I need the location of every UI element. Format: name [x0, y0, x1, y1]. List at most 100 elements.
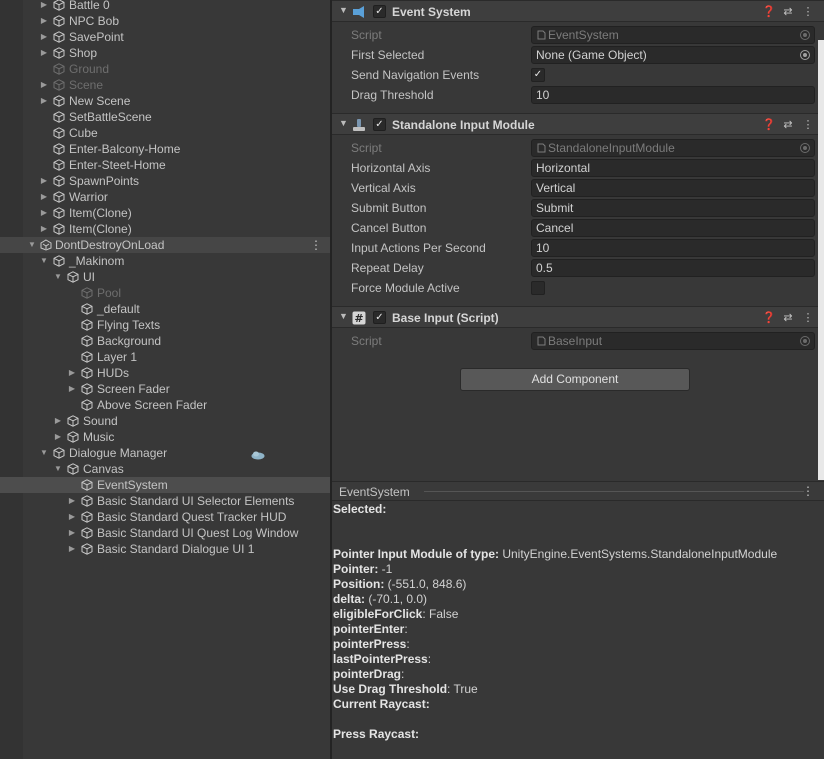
help-icon[interactable]: ❓ — [762, 5, 776, 18]
expand-arrow-down-icon[interactable]: ▼ — [39, 253, 49, 269]
property-field[interactable]: Cancel — [531, 219, 815, 237]
expand-arrow-right-icon[interactable]: ▶ — [39, 93, 49, 109]
expand-arrow-right-icon[interactable]: ▶ — [39, 0, 49, 13]
component-enabled-checkbox[interactable]: ✓ — [373, 5, 386, 18]
expand-arrow-right-icon[interactable]: ▶ — [39, 189, 49, 205]
kebab-menu-icon[interactable]: ⋮ — [802, 484, 814, 498]
hierarchy-row[interactable]: ▶ NPC Bob — [0, 13, 330, 29]
hierarchy-row[interactable]: ▼ Canvas — [0, 461, 330, 477]
property-row: Cancel Button Cancel — [332, 218, 824, 238]
hierarchy-row[interactable]: Background — [0, 333, 330, 349]
help-icon[interactable]: ❓ — [762, 118, 776, 131]
expand-arrow-right-icon[interactable]: ▶ — [39, 13, 49, 29]
property-toggle[interactable]: ✓ — [531, 68, 545, 82]
preset-icon[interactable]: ⇄ — [782, 118, 794, 131]
hierarchy-row[interactable]: ▶ Item(Clone) — [0, 221, 330, 237]
object-picker-icon[interactable] — [800, 336, 810, 346]
property-field[interactable]: 10 — [531, 239, 815, 257]
fold-arrow-down-icon[interactable]: ▼ — [339, 311, 348, 321]
help-icon[interactable]: ❓ — [762, 311, 776, 324]
hierarchy-row[interactable]: Above Screen Fader — [0, 397, 330, 413]
hierarchy-row[interactable]: ▼ UI — [0, 269, 330, 285]
hierarchy-row[interactable]: ▶ Screen Fader — [0, 381, 330, 397]
expand-arrow-right-icon[interactable]: ▶ — [53, 429, 63, 445]
hierarchy-row[interactable]: Enter-Steet-Home — [0, 157, 330, 173]
hierarchy-row[interactable]: EventSystem — [0, 477, 330, 493]
hierarchy-row[interactable]: ▶ Basic Standard Dialogue UI 1 — [0, 541, 330, 557]
hierarchy-row[interactable]: ▶ Battle 0 — [0, 0, 330, 13]
property-field[interactable]: Submit — [531, 199, 815, 217]
component-enabled-checkbox[interactable]: ✓ — [373, 118, 386, 131]
expand-arrow-right-icon[interactable]: ▶ — [39, 45, 49, 61]
property-field[interactable]: Vertical — [531, 179, 815, 197]
kebab-menu-icon[interactable]: ⋮ — [802, 118, 814, 131]
hierarchy-row[interactable]: ▶ SpawnPoints — [0, 173, 330, 189]
hierarchy-row[interactable]: _default — [0, 301, 330, 317]
kebab-menu-icon[interactable]: ⋮ — [310, 237, 322, 253]
hierarchy-row[interactable]: ▶ New Scene — [0, 93, 330, 109]
expand-arrow-right-icon[interactable]: ▶ — [67, 509, 77, 525]
preset-icon[interactable]: ⇄ — [782, 5, 794, 18]
expand-arrow-right-icon[interactable]: ▶ — [67, 365, 77, 381]
expand-arrow-down-icon[interactable]: ▼ — [53, 461, 63, 477]
hierarchy-row[interactable]: Flying Texts — [0, 317, 330, 333]
object-picker-icon[interactable] — [800, 143, 810, 153]
hierarchy-row[interactable]: Layer 1 — [0, 349, 330, 365]
expand-arrow-down-icon[interactable]: ▼ — [39, 445, 49, 461]
property-field[interactable]: Horizontal — [531, 159, 815, 177]
object-picker-icon[interactable] — [800, 50, 810, 60]
hierarchy-row[interactable]: SetBattleScene — [0, 109, 330, 125]
expand-arrow-right-icon[interactable]: ▶ — [39, 173, 49, 189]
object-picker-icon[interactable] — [800, 30, 810, 40]
hierarchy-row[interactable]: ▶ HUDs — [0, 365, 330, 381]
component-header[interactable]: ▼ ✓ Standalone Input Module ❓ ⇄ ⋮ — [332, 113, 824, 135]
hierarchy-row[interactable]: ▶ Item(Clone) — [0, 205, 330, 221]
preset-icon[interactable]: ⇄ — [782, 311, 794, 324]
property-field: BaseInput — [531, 332, 815, 350]
preview-value: : — [404, 622, 408, 636]
hierarchy-row[interactable]: ▶ Sound — [0, 413, 330, 429]
scene-row[interactable]: ▼ DontDestroyOnLoad ⋮ — [0, 237, 330, 253]
component-enabled-checkbox[interactable]: ✓ — [373, 311, 386, 324]
hierarchy-row[interactable]: ▶ Scene — [0, 77, 330, 93]
component-header[interactable]: ▼ # ✓ Base Input (Script) ❓ ⇄ ⋮ — [332, 306, 824, 328]
expand-arrow-right-icon[interactable]: ▶ — [39, 29, 49, 45]
hierarchy-row-label: SavePoint — [69, 30, 124, 44]
gameobject-cube-icon — [53, 15, 65, 27]
property-field[interactable]: 0.5 — [531, 259, 815, 277]
property-value: 0.5 — [536, 261, 553, 275]
expand-arrow-right-icon[interactable]: ▶ — [39, 221, 49, 237]
component-header[interactable]: ▼ ✓ Event System ❓ ⇄ ⋮ — [332, 0, 824, 22]
kebab-menu-icon[interactable]: ⋮ — [802, 311, 814, 324]
expand-arrow-right-icon[interactable]: ▶ — [67, 493, 77, 509]
expand-arrow-right-icon[interactable]: ▶ — [53, 413, 63, 429]
hierarchy-row[interactable]: ▶ Shop — [0, 45, 330, 61]
hierarchy-row[interactable]: Pool — [0, 285, 330, 301]
fold-arrow-down-icon[interactable]: ▼ — [339, 5, 348, 15]
hierarchy-row[interactable]: ▼ Dialogue Manager — [0, 445, 330, 461]
expand-arrow-right-icon[interactable]: ▶ — [67, 381, 77, 397]
add-component-button[interactable]: Add Component — [460, 368, 690, 391]
hierarchy-row[interactable]: ▶ Basic Standard UI Quest Log Window — [0, 525, 330, 541]
hierarchy-row[interactable]: Cube — [0, 125, 330, 141]
expand-arrow-right-icon[interactable]: ▶ — [39, 77, 49, 93]
expand-arrow-down-icon[interactable]: ▼ — [53, 269, 63, 285]
gameobject-cube-icon — [53, 143, 65, 155]
hierarchy-row[interactable]: ▶ Music — [0, 429, 330, 445]
hierarchy-row[interactable]: ▶ Basic Standard UI Selector Elements — [0, 493, 330, 509]
property-field[interactable]: None (Game Object) — [531, 46, 815, 64]
hierarchy-row[interactable]: Enter-Balcony-Home — [0, 141, 330, 157]
expand-arrow-right-icon[interactable]: ▶ — [39, 205, 49, 221]
hierarchy-row[interactable]: ▼ _Makinom — [0, 253, 330, 269]
expand-arrow-down-icon[interactable]: ▼ — [27, 237, 37, 253]
expand-arrow-right-icon[interactable]: ▶ — [67, 541, 77, 557]
property-toggle[interactable] — [531, 281, 545, 295]
hierarchy-row[interactable]: Ground — [0, 61, 330, 77]
property-field[interactable]: 10 — [531, 86, 815, 104]
fold-arrow-down-icon[interactable]: ▼ — [339, 118, 348, 128]
hierarchy-row[interactable]: ▶ SavePoint — [0, 29, 330, 45]
hierarchy-row[interactable]: ▶ Warrior — [0, 189, 330, 205]
hierarchy-row[interactable]: ▶ Basic Standard Quest Tracker HUD — [0, 509, 330, 525]
expand-arrow-right-icon[interactable]: ▶ — [67, 525, 77, 541]
kebab-menu-icon[interactable]: ⋮ — [802, 5, 814, 18]
